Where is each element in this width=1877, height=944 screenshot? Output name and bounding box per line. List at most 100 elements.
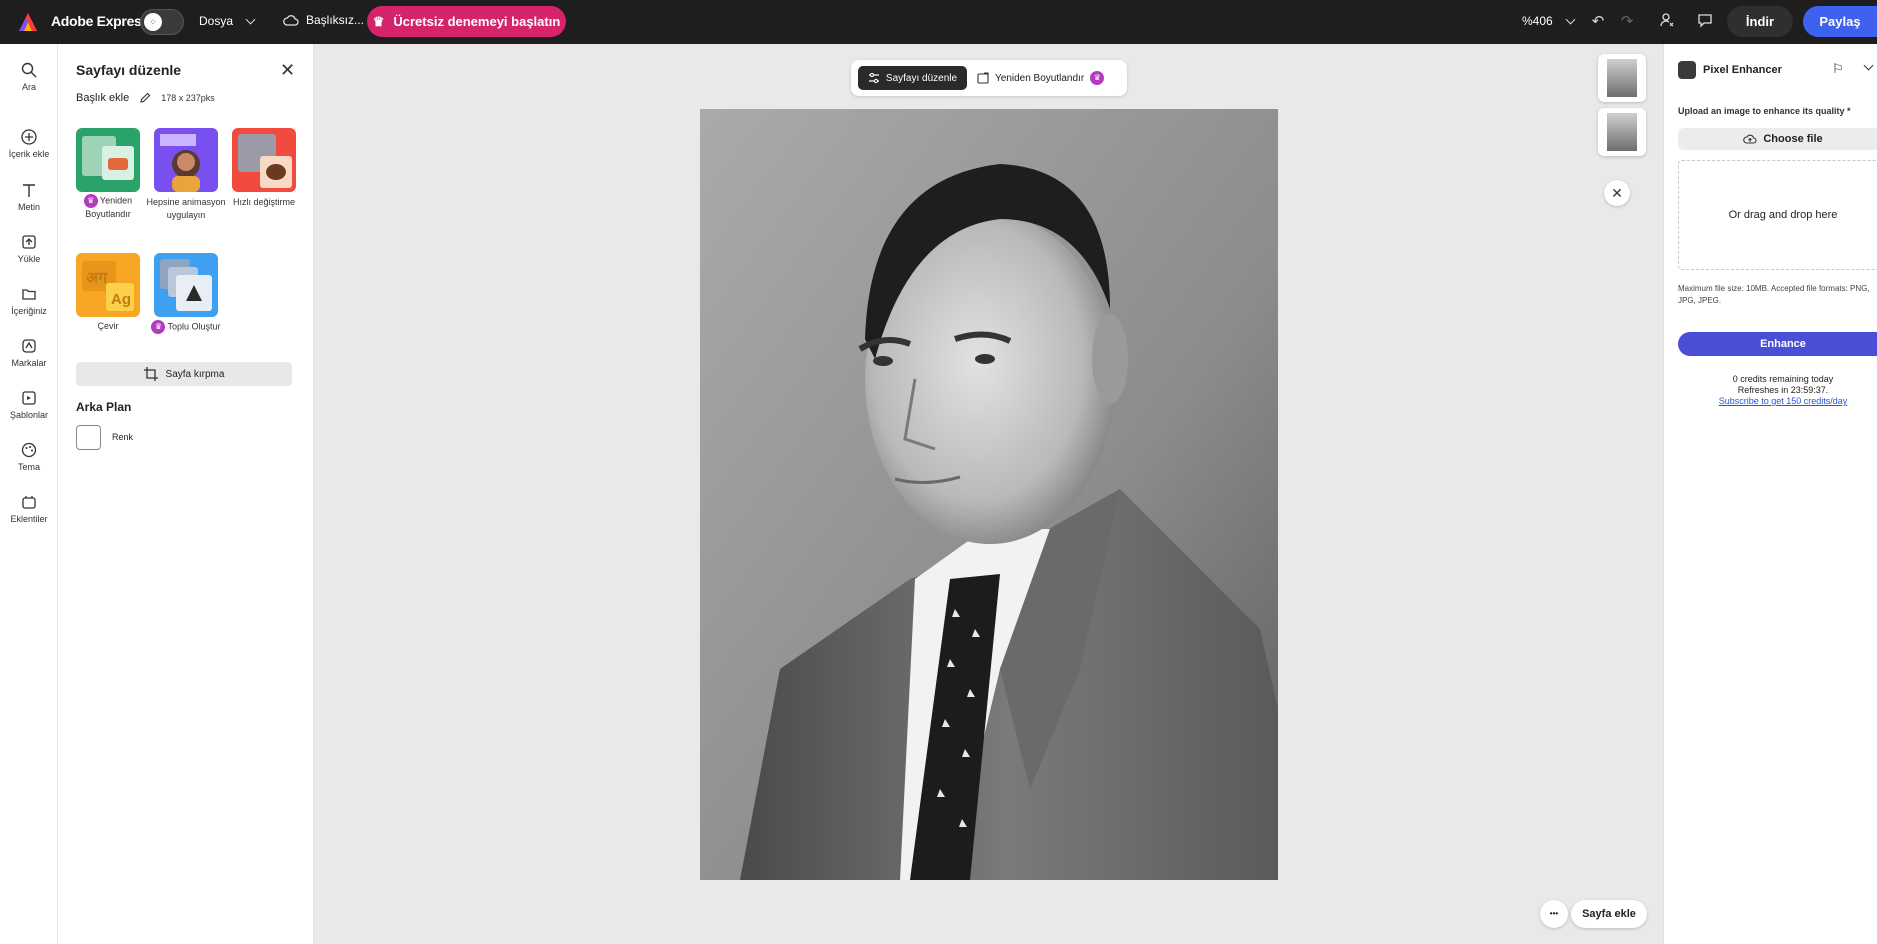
rail-item-upload[interactable]: Yükle xyxy=(0,234,58,264)
pencil-icon[interactable] xyxy=(139,92,151,104)
bulk-create-tile[interactable] xyxy=(154,253,218,317)
translate-tile[interactable]: अग Ag xyxy=(76,253,140,317)
download-button[interactable]: İndir xyxy=(1727,6,1793,37)
tab-resize-label: Yeniden Boyutlandır xyxy=(995,72,1085,84)
background-color-swatch[interactable] xyxy=(76,425,101,450)
bulk-create-label: ♛ Toplu Oluştur xyxy=(144,320,228,334)
rail-item-theme[interactable]: Tema xyxy=(0,442,58,472)
animate-all-tile[interactable] xyxy=(154,128,218,192)
portrait-image xyxy=(700,109,1278,880)
tab-edit-page[interactable]: Sayfayı düzenle xyxy=(858,66,967,90)
rail-item-your-content[interactable]: İçeriğiniz xyxy=(0,286,58,316)
svg-text:Ag: Ag xyxy=(111,291,131,308)
page-thumbnail-1[interactable] xyxy=(1598,54,1646,102)
undo-icon[interactable]: ↶ xyxy=(1588,12,1608,32)
translate-thumbnail-icon: अगAg xyxy=(82,261,134,311)
page-thumbnail-2[interactable] xyxy=(1598,108,1646,156)
resize-tile[interactable] xyxy=(76,128,140,192)
premium-crown-icon: ♛ xyxy=(1090,71,1105,85)
add-page-button[interactable]: Sayfa ekle xyxy=(1571,900,1647,928)
close-icon[interactable]: ✕ xyxy=(280,60,295,81)
background-heading: Arka Plan xyxy=(76,400,132,414)
background-color-label: Renk xyxy=(112,432,134,442)
thumbnail-image xyxy=(1607,59,1637,97)
file-limits-text: Maximum file size: 10MB. Accepted file f… xyxy=(1678,284,1870,305)
cloud-icon xyxy=(283,15,299,26)
rail-item-add-content[interactable]: İçerik ekle xyxy=(0,129,58,159)
quick-swap-thumbnail-icon xyxy=(238,134,292,188)
edit-page-panel: Sayfayı düzenle ✕ Başlık ekle 178 x 237p… xyxy=(58,44,314,944)
more-options-button[interactable]: ••• xyxy=(1540,900,1568,928)
share-button[interactable]: Paylaş xyxy=(1803,6,1877,37)
page-crop-label: Sayfa kırpma xyxy=(165,368,225,380)
rail-label: Ara xyxy=(21,82,36,92)
collaborate-icon[interactable] xyxy=(1657,12,1677,32)
drop-zone[interactable]: Or drag and drop here xyxy=(1678,160,1877,270)
addons-icon xyxy=(22,496,36,509)
pixel-enhancer-logo-icon xyxy=(1678,61,1696,79)
zoom-level: %406 xyxy=(1522,14,1553,28)
close-icon[interactable]: ✕ xyxy=(1604,180,1630,206)
enhance-button[interactable]: Enhance xyxy=(1678,332,1877,356)
document-title[interactable]: Başlıksız... xyxy=(283,13,364,27)
credits-refresh: Refreshes in 23:59:37. xyxy=(1737,385,1829,395)
search-icon xyxy=(21,62,37,78)
rail-label: Metin xyxy=(17,202,40,212)
page-photo[interactable] xyxy=(700,109,1278,880)
upload-label: Upload an image to enhance its quality * xyxy=(1678,106,1851,116)
title-row: Başlık ekle 178 x 237pks xyxy=(76,92,215,104)
rail-item-text[interactable]: Metin xyxy=(0,182,58,212)
start-trial-label: Ücretsiz denemeyi başlatın xyxy=(393,14,561,29)
comment-icon[interactable] xyxy=(1695,12,1715,32)
quick-swap-tile[interactable] xyxy=(232,128,296,192)
rail-item-templates[interactable]: Şablonlar xyxy=(0,390,58,420)
plus-circle-icon xyxy=(21,129,37,145)
file-menu-label: Dosya xyxy=(199,14,234,28)
premium-crown-icon: ♛ xyxy=(151,320,166,334)
file-menu[interactable]: Dosya xyxy=(199,14,256,28)
translate-label: Çevir xyxy=(97,321,119,331)
premium-crown-icon: ♛ xyxy=(83,194,98,208)
resize-label: ♛ Yeniden Boyutlandır xyxy=(83,194,133,219)
rail-item-addons[interactable]: Eklentiler xyxy=(0,494,58,524)
rail-label: Eklentiler xyxy=(10,514,48,524)
zoom-control[interactable]: %406 xyxy=(1522,14,1576,28)
flag-icon[interactable]: ⚐ xyxy=(1832,61,1844,77)
animate-thumbnail-icon xyxy=(160,134,200,192)
bulk-create-thumbnail-icon xyxy=(160,259,212,311)
palette-icon xyxy=(21,442,37,458)
start-trial-button[interactable]: ♛ Ücretsiz denemeyi başlatın xyxy=(367,6,566,37)
chevron-down-icon xyxy=(245,14,256,24)
choose-file-button[interactable]: Choose file xyxy=(1678,128,1877,150)
page-crop-button[interactable]: Sayfa kırpma xyxy=(76,362,292,386)
add-title-link[interactable]: Başlık ekle xyxy=(76,92,129,104)
rail-item-search[interactable]: Ara xyxy=(0,62,58,92)
drop-zone-text: Or drag and drop here xyxy=(1728,209,1838,221)
brand-icon xyxy=(22,339,36,353)
tab-resize[interactable]: Yeniden Boyutlandır ♛ xyxy=(977,66,1121,90)
template-icon xyxy=(22,391,36,405)
rail-label: İçerik ekle xyxy=(8,149,50,159)
crown-icon: ♛ xyxy=(372,13,385,29)
thumbnail-image xyxy=(1607,113,1637,151)
addon-name: Pixel Enhancer xyxy=(1703,64,1782,76)
canvas-area: Sayfayı düzenle Yeniden Boyutlandır ♛ ✕ … xyxy=(314,44,1663,944)
redo-icon[interactable]: ↷ xyxy=(1617,12,1637,32)
rail-item-brands[interactable]: Markalar xyxy=(0,338,58,368)
tab-edit-page-label: Sayfayı düzenle xyxy=(885,72,958,84)
rail-label: Yükle xyxy=(17,254,41,264)
toggle-knob-icon: ⁘ xyxy=(144,13,162,31)
mode-toggle[interactable]: ⁘ xyxy=(140,9,184,35)
choose-file-label: Choose file xyxy=(1763,133,1823,145)
adobe-express-logo-icon[interactable] xyxy=(18,12,38,32)
text-icon xyxy=(23,184,35,197)
subscribe-link[interactable]: Subscribe to get 150 credits/day xyxy=(1678,396,1877,407)
chevron-down-icon xyxy=(1565,14,1576,24)
document-title-label: Başlıksız... xyxy=(306,13,365,27)
chevron-down-icon[interactable] xyxy=(1863,60,1874,71)
page-dimensions: 178 x 237pks xyxy=(161,93,215,103)
rail-label: Tema xyxy=(17,462,40,472)
upload-icon xyxy=(22,235,36,249)
page-mode-switcher: Sayfayı düzenle Yeniden Boyutlandır ♛ xyxy=(851,60,1127,96)
credits-remaining: 0 credits remaining today xyxy=(1732,374,1834,384)
